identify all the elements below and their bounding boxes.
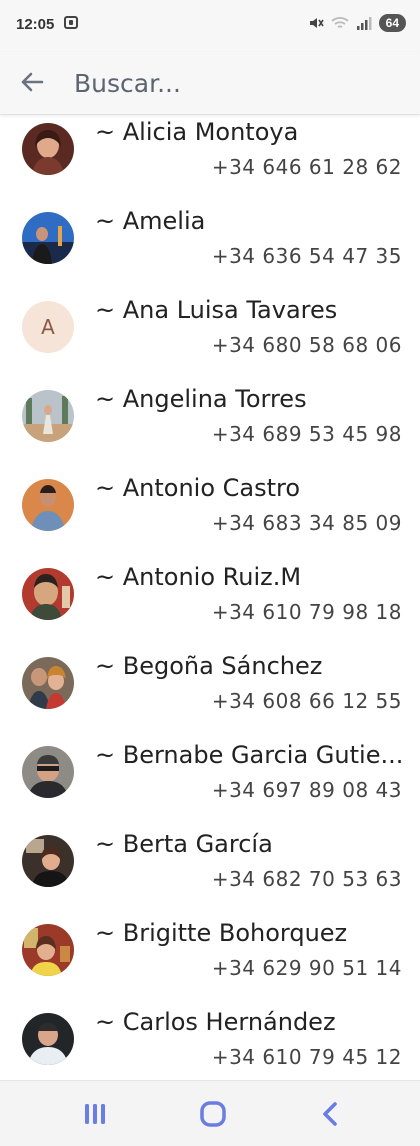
avatar [22,212,74,264]
wifi-icon [331,17,349,28]
contact-phone: +34 608 66 12 55 [211,689,402,713]
home-button[interactable] [196,1097,230,1131]
contact-item[interactable]: A ~ Ana Luisa Tavares +34 680 58 68 06 [0,292,420,381]
contact-name: ~ Angelina Torres [95,385,307,413]
contact-item[interactable]: ~ Bernabe Garcia Gutie... +34 697 89 08 … [0,737,420,826]
avatar [22,479,74,531]
contact-phone: +34 683 34 85 09 [211,511,402,535]
arrow-left-icon [21,72,44,92]
avatar [22,835,74,887]
mute-icon [309,18,324,28]
contact-item[interactable]: ~ Amelia +34 636 54 47 35 [0,203,420,292]
status-bar: 12:05 64 [0,0,420,52]
screenshot-icon [64,16,78,29]
contact-item[interactable]: ~ Antonio Castro +34 683 34 85 09 [0,470,420,559]
contact-name: ~ Amelia [95,207,206,235]
status-indicators: 64 [308,14,406,32]
contact-item[interactable]: ~ Antonio Ruiz.M +34 610 79 98 18 [0,559,420,648]
contact-name: ~ Bernabe Garcia Gutie... [95,741,404,769]
avatar [22,123,74,175]
contact-phone: +34 680 58 68 06 [211,333,402,357]
contact-name: ~ Berta García [95,830,273,858]
navigation-bar [0,1080,420,1146]
contact-phone: +34 629 90 51 14 [211,956,402,980]
avatar [22,924,74,976]
back-button[interactable] [14,64,50,100]
avatar [22,390,74,442]
search-input[interactable] [72,62,396,104]
battery-level: 64 [378,14,406,32]
contact-list: ~ Alicia Montoya +34 646 61 28 62 ~ Amel… [0,114,420,1080]
signal-icon [356,17,372,30]
contact-phone: +34 610 79 98 18 [211,600,402,624]
contact-phone: +34 610 79 45 12 [211,1045,402,1069]
contact-name: ~ Begoña Sánchez [95,652,323,680]
contact-name: ~ Alicia Montoya [95,118,299,146]
avatar [22,657,74,709]
home-icon [200,1101,226,1127]
contact-name: ~ Antonio Castro [95,474,301,502]
contact-item[interactable]: ~ Angelina Torres +34 689 53 45 98 [0,381,420,470]
recents-icon [85,1104,105,1124]
avatar [22,1013,74,1065]
chevron-left-icon [323,1102,337,1126]
contact-name: ~ Antonio Ruiz.M [95,563,302,591]
contact-item[interactable]: ~ Begoña Sánchez +34 608 66 12 55 [0,648,420,737]
contact-phone: +34 697 89 08 43 [211,778,402,802]
contact-phone: +34 682 70 53 63 [211,867,402,891]
search-header [0,52,420,115]
contact-item[interactable]: ~ Berta García +34 682 70 53 63 [0,826,420,915]
contact-name: ~ Carlos Hernández [95,1008,336,1036]
status-time: 12:05 [16,16,55,33]
avatar [22,746,74,798]
contact-item[interactable]: ~ Brigitte Bohorquez +34 629 90 51 14 [0,915,420,1004]
nav-back-button[interactable] [314,1097,348,1131]
contact-name: ~ Brigitte Bohorquez [95,919,348,947]
avatar [22,568,74,620]
contact-phone: +34 636 54 47 35 [211,244,402,268]
contact-item[interactable]: ~ Alicia Montoya +34 646 61 28 62 [0,114,420,203]
avatar-initial: A [22,301,74,353]
contact-phone: +34 646 61 28 62 [211,155,402,179]
contact-item[interactable]: ~ Carlos Hernández +34 610 79 45 12 [0,1004,420,1080]
recents-button[interactable] [78,1097,112,1131]
contact-name: ~ Ana Luisa Tavares [95,296,338,324]
contact-phone: +34 689 53 45 98 [211,422,402,446]
